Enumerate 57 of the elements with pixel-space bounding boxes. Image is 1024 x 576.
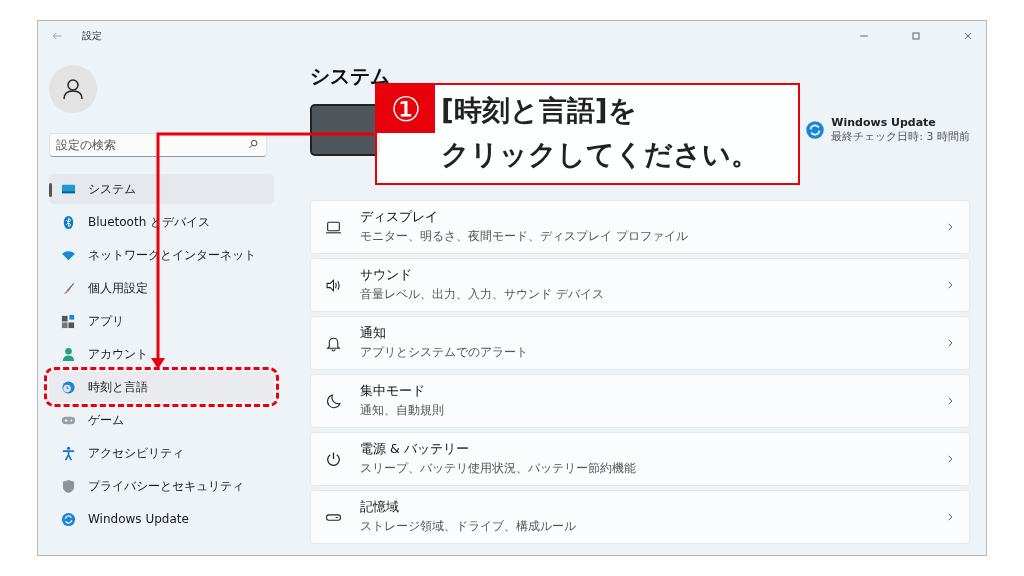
card-subtitle: 音量レベル、出力、入力、サウンド デバイス xyxy=(360,286,605,303)
update-icon xyxy=(61,511,76,527)
shield-icon xyxy=(61,478,76,494)
settings-card[interactable]: ディスプレイ モニター、明るさ、夜間モード、ディスプレイ プロファイル xyxy=(310,200,970,254)
settings-card[interactable]: 電源 & バッテリー スリープ、バッテリ使用状況、バッテリー節約機能 xyxy=(310,432,970,486)
bluetooth-icon xyxy=(61,214,76,230)
card-title: 通知 xyxy=(360,325,387,342)
windows-update-status[interactable]: Windows Update 最終チェック日時: 3 時間前 xyxy=(805,116,970,144)
moon-icon xyxy=(325,392,342,410)
card-subtitle: モニター、明るさ、夜間モード、ディスプレイ プロファイル xyxy=(360,228,689,245)
card-subtitle: アプリとシステムでのアラート xyxy=(360,344,529,361)
sidebar-item[interactable]: プライバシーとセキュリティ xyxy=(49,471,274,501)
back-arrow-icon xyxy=(51,30,63,42)
settings-card[interactable]: 通知 アプリとシステムでのアラート xyxy=(310,316,970,370)
chevron-icon xyxy=(945,338,955,348)
callout-text-line: [時刻と言語]を xyxy=(441,93,638,129)
chevron-icon xyxy=(945,396,955,406)
chevron-icon xyxy=(945,512,955,522)
search-field[interactable]: 設定の検索 xyxy=(49,133,267,157)
card-subtitle: スリープ、バッテリ使用状況、バッテリー節約機能 xyxy=(360,460,637,477)
card-title: サウンド xyxy=(360,267,413,284)
chevron-icon xyxy=(945,280,955,290)
sidebar-item[interactable]: アカウント xyxy=(49,339,274,369)
card-subtitle: 通知、自動規則 xyxy=(360,402,445,419)
person-icon xyxy=(61,346,76,362)
card-title: 電源 & バッテリー xyxy=(360,441,470,458)
globe-clock-icon xyxy=(61,379,76,395)
sidebar-item[interactable]: システム xyxy=(49,174,274,204)
close-icon xyxy=(962,30,974,42)
card-title: ディスプレイ xyxy=(360,209,439,226)
sidebar-item[interactable]: アクセシビリティ xyxy=(49,438,274,468)
chevron-icon xyxy=(945,454,955,464)
window-title: 設定 xyxy=(82,29,102,43)
sidebar-item[interactable]: アプリ xyxy=(49,306,274,336)
callout-text-line: クリックしてください。 xyxy=(441,137,759,173)
brush-icon xyxy=(61,280,76,296)
settings-card[interactable]: 集中モード 通知、自動規則 xyxy=(310,374,970,428)
accessibility-icon xyxy=(61,445,76,461)
maximize-icon xyxy=(910,30,922,42)
card-subtitle: ストレージ領域、ドライブ、構成ルール xyxy=(360,518,577,535)
chevron-icon xyxy=(945,222,955,232)
sidebar-item[interactable]: 個人用設定 xyxy=(49,273,274,303)
update-subtitle: 最終チェック日時: 3 時間前 xyxy=(831,129,970,144)
step-number: ① xyxy=(377,85,435,133)
apps-icon xyxy=(61,313,76,329)
person-icon xyxy=(61,77,85,101)
search-icon xyxy=(248,139,259,150)
settings-card[interactable]: サウンド 音量レベル、出力、入力、サウンド デバイス xyxy=(310,258,970,312)
power-icon xyxy=(325,450,342,468)
sidebar-item[interactable]: Windows Update xyxy=(49,504,274,534)
settings-card[interactable]: 記憶域 ストレージ領域、ドライブ、構成ルール xyxy=(310,490,970,544)
card-title: 記憶域 xyxy=(360,499,400,516)
card-title: 集中モード xyxy=(360,383,426,400)
speaker-icon xyxy=(325,276,342,294)
update-title: Windows Update xyxy=(831,116,937,129)
update-icon xyxy=(805,120,826,140)
sidebar-item[interactable]: ゲーム xyxy=(49,405,274,435)
